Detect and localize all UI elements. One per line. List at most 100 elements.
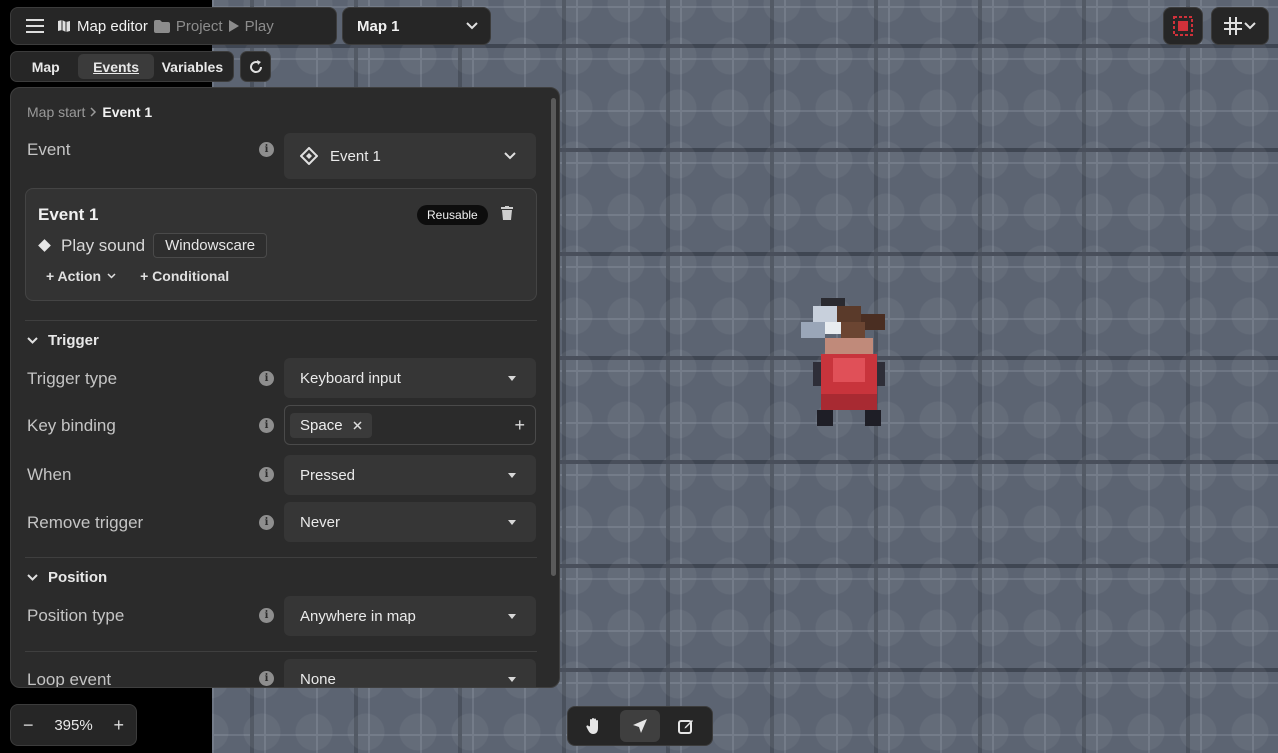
zoom-out-button[interactable]: − bbox=[23, 715, 34, 736]
chevron-down-icon bbox=[1244, 22, 1256, 30]
event-select[interactable]: Event 1 bbox=[284, 133, 536, 179]
position-section-title: Position bbox=[48, 569, 108, 586]
breadcrumb-current: Event 1 bbox=[102, 104, 153, 120]
character-sprite[interactable] bbox=[797, 298, 897, 426]
trash-icon[interactable] bbox=[501, 206, 513, 220]
select-frame-icon bbox=[1173, 16, 1193, 36]
tab-map[interactable]: Map bbox=[13, 54, 78, 79]
chevron-down-icon bbox=[107, 273, 116, 279]
app-title: Map editor bbox=[77, 17, 148, 35]
breadcrumb-map-editor[interactable]: Map editor bbox=[57, 18, 148, 35]
info-icon[interactable]: i bbox=[259, 515, 274, 530]
map-icon bbox=[58, 20, 70, 32]
selection-frame-button[interactable] bbox=[1163, 7, 1203, 45]
loop-event-label: Loop event bbox=[27, 670, 112, 688]
add-conditional-button[interactable]: + Conditional bbox=[140, 268, 229, 284]
info-icon[interactable]: i bbox=[259, 142, 274, 157]
edit-icon bbox=[678, 720, 693, 734]
chevron-down-icon bbox=[27, 337, 38, 344]
divider bbox=[25, 651, 537, 652]
info-icon[interactable]: i bbox=[259, 371, 274, 386]
action-label: Play sound bbox=[61, 235, 146, 255]
position-section-header[interactable]: Position bbox=[27, 569, 107, 586]
tool-bar bbox=[567, 706, 713, 746]
reusable-badge: Reusable bbox=[417, 205, 488, 225]
breadcrumb-parent[interactable]: Map start bbox=[27, 104, 85, 120]
key-binding-label: Key binding bbox=[27, 416, 116, 435]
loop-event-value: None bbox=[300, 670, 336, 688]
trigger-type-label: Trigger type bbox=[27, 369, 118, 388]
sound-chip[interactable]: Windowscare bbox=[153, 233, 268, 258]
trigger-type-select[interactable]: Keyboard input bbox=[284, 358, 536, 398]
chevron-down-icon bbox=[504, 152, 516, 160]
loop-event-select[interactable]: None bbox=[284, 659, 536, 688]
play-icon bbox=[228, 20, 239, 32]
map-selector-value: Map 1 bbox=[357, 17, 400, 35]
trigger-section-header[interactable]: Trigger bbox=[27, 332, 99, 349]
edit-tool-button[interactable] bbox=[666, 710, 706, 742]
panel-scrollbar[interactable] bbox=[551, 98, 556, 576]
zoom-in-button[interactable]: + bbox=[113, 715, 124, 736]
plus-icon[interactable]: + bbox=[514, 415, 525, 436]
grid-toggle-button[interactable] bbox=[1211, 7, 1269, 45]
hand-icon bbox=[586, 718, 598, 734]
breadcrumb-play-label: Play bbox=[244, 17, 274, 35]
trigger-type-value: Keyboard input bbox=[300, 369, 401, 387]
event-breadcrumb: Map start Event 1 bbox=[27, 104, 152, 120]
event-card-title: Event 1 bbox=[38, 205, 99, 224]
key-chip[interactable]: Space bbox=[290, 412, 372, 438]
chevron-down-icon bbox=[466, 22, 478, 30]
divider bbox=[25, 557, 537, 558]
position-type-select[interactable]: Anywhere in map bbox=[284, 596, 536, 636]
refresh-icon bbox=[249, 59, 262, 73]
info-icon[interactable]: i bbox=[259, 418, 274, 433]
zoom-control: − 395% + bbox=[10, 704, 137, 746]
breadcrumb-play[interactable]: Play bbox=[228, 17, 274, 35]
caret-down-icon bbox=[508, 375, 516, 381]
action-play-sound[interactable]: Play sound Windowscare bbox=[38, 233, 268, 258]
breadcrumb-project[interactable]: Project bbox=[153, 17, 223, 35]
when-value: Pressed bbox=[300, 466, 356, 484]
add-action-button[interactable]: + Action bbox=[46, 268, 116, 284]
remove-trigger-label: Remove trigger bbox=[27, 513, 144, 532]
bullet-diamond-icon bbox=[38, 239, 51, 252]
add-row: + Action + Conditional bbox=[46, 268, 229, 284]
event-panel: Map start Event 1 Event i Event 1 Event … bbox=[10, 87, 560, 688]
close-icon[interactable] bbox=[353, 420, 362, 430]
panel-tabs: Map Events Variables bbox=[10, 51, 234, 82]
zoom-level: 395% bbox=[54, 716, 93, 734]
key-binding-field[interactable]: Space + bbox=[284, 405, 536, 445]
tab-variables[interactable]: Variables bbox=[154, 54, 231, 79]
when-label: When bbox=[27, 465, 72, 484]
menu-button[interactable] bbox=[19, 12, 51, 40]
divider bbox=[25, 320, 537, 321]
position-type-label: Position type bbox=[27, 606, 125, 625]
caret-down-icon bbox=[508, 676, 516, 682]
menu-icon bbox=[26, 19, 44, 33]
info-icon[interactable]: i bbox=[259, 467, 274, 482]
position-type-value: Anywhere in map bbox=[300, 607, 416, 625]
caret-down-icon bbox=[508, 472, 516, 478]
remove-trigger-select[interactable]: Never bbox=[284, 502, 536, 542]
navigate-icon bbox=[633, 719, 647, 733]
info-icon[interactable]: i bbox=[259, 608, 274, 623]
chevron-down-icon bbox=[27, 574, 38, 581]
event-select-value: Event 1 bbox=[330, 147, 381, 165]
info-icon[interactable]: i bbox=[259, 671, 274, 686]
pan-tool-button[interactable] bbox=[574, 710, 614, 742]
select-tool-button[interactable] bbox=[620, 710, 660, 742]
event-label: Event bbox=[27, 140, 71, 159]
breadcrumb-project-label: Project bbox=[175, 17, 223, 35]
chevron-right-icon bbox=[90, 107, 97, 117]
trigger-section-title: Trigger bbox=[48, 332, 99, 349]
remove-trigger-value: Never bbox=[300, 513, 341, 531]
map-selector[interactable]: Map 1 bbox=[342, 7, 491, 45]
refresh-button[interactable] bbox=[240, 51, 271, 82]
grid-icon bbox=[1224, 17, 1242, 35]
key-chip-label: Space bbox=[300, 416, 343, 434]
top-navigation-bar: Map editor Project Play bbox=[10, 7, 337, 45]
when-select[interactable]: Pressed bbox=[284, 455, 536, 495]
event-card: Event 1 Reusable Play sound Windowscare … bbox=[25, 188, 537, 301]
add-action-label: + Action bbox=[46, 268, 102, 284]
tab-events[interactable]: Events bbox=[78, 54, 154, 79]
